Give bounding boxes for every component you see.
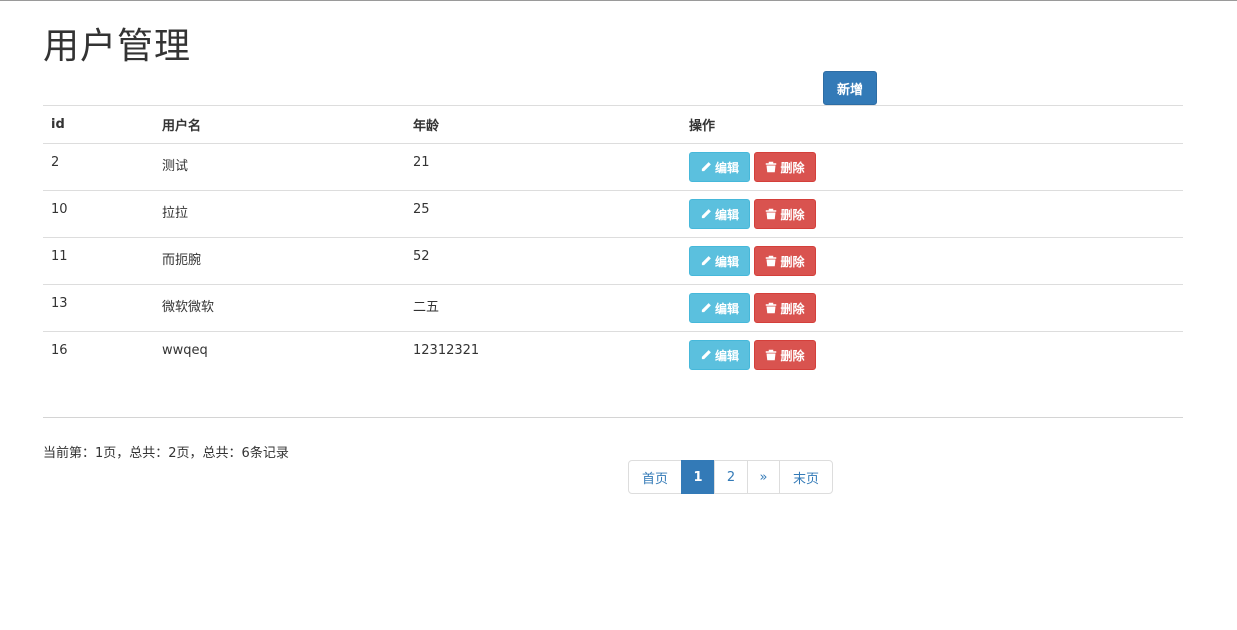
trash-icon — [765, 208, 780, 220]
cell-username: 测试 — [154, 143, 405, 191]
trash-icon — [765, 161, 780, 173]
header-username: 用户名 — [154, 105, 405, 144]
cell-id: 16 — [43, 331, 154, 379]
table-row: 16 wwqeq 12312321 编辑 删除 — [43, 331, 1183, 379]
edit-button[interactable]: 编辑 — [689, 340, 750, 370]
first-page-link[interactable]: 首页 — [628, 460, 682, 494]
edit-label: 编辑 — [714, 301, 739, 316]
header-id: id — [43, 105, 154, 144]
edit-label: 编辑 — [714, 254, 739, 269]
edit-label: 编辑 — [714, 207, 739, 222]
delete-button[interactable]: 删除 — [754, 199, 816, 229]
page-title: 用户管理 — [43, 26, 192, 67]
cell-id: 13 — [43, 284, 154, 332]
cell-username: 拉拉 — [154, 190, 405, 238]
delete-label: 删除 — [780, 301, 805, 316]
edit-label: 编辑 — [714, 160, 739, 175]
trash-icon — [765, 302, 780, 314]
user-table-container: id 用户名 年龄 操作 2 测试 21 编辑 删除 10 拉拉 25 编辑 删除 11 而扼腕 52 编… — [43, 105, 1183, 379]
add-button[interactable]: 新增 — [823, 71, 877, 105]
pencil-icon — [700, 349, 715, 361]
cell-operations: 编辑 删除 — [681, 331, 1183, 379]
delete-button[interactable]: 删除 — [754, 152, 816, 182]
cell-username: wwqeq — [154, 331, 405, 379]
delete-button[interactable]: 删除 — [754, 340, 816, 370]
delete-label: 删除 — [780, 207, 805, 222]
cell-id: 2 — [43, 143, 154, 191]
table-row: 13 微软微软 二五 编辑 删除 — [43, 284, 1183, 332]
cell-username: 而扼腕 — [154, 237, 405, 285]
edit-button[interactable]: 编辑 — [689, 152, 750, 182]
header-age: 年龄 — [405, 105, 681, 144]
pencil-icon — [700, 208, 715, 220]
table-header-row: id 用户名 年龄 操作 — [43, 105, 1183, 144]
user-table: id 用户名 年龄 操作 2 测试 21 编辑 删除 10 拉拉 25 编辑 删除 11 而扼腕 52 编… — [43, 105, 1183, 379]
page-link-1[interactable]: 1 — [681, 460, 715, 494]
delete-button[interactable]: 删除 — [754, 246, 816, 276]
table-body: 2 测试 21 编辑 删除 10 拉拉 25 编辑 删除 11 而扼腕 52 编辑 删除 13 微软微软 二五 编辑… — [43, 143, 1183, 379]
cell-operations: 编辑 删除 — [681, 143, 1183, 191]
cell-age: 52 — [405, 237, 681, 285]
table-row: 2 测试 21 编辑 删除 — [43, 143, 1183, 191]
edit-button[interactable]: 编辑 — [689, 199, 750, 229]
page-link-2[interactable]: 2 — [714, 460, 748, 494]
header-operations: 操作 — [681, 105, 1183, 144]
delete-label: 删除 — [780, 348, 805, 363]
table-row: 11 而扼腕 52 编辑 删除 — [43, 237, 1183, 285]
pagination: 首页 1 2 » 末页 — [628, 460, 833, 494]
pagination-info: 当前第：1页，总共：2页，总共：6条记录 — [43, 446, 289, 461]
edit-label: 编辑 — [714, 348, 739, 363]
edit-button[interactable]: 编辑 — [689, 246, 750, 276]
cell-age: 21 — [405, 143, 681, 191]
cell-id: 10 — [43, 190, 154, 238]
last-page-link[interactable]: 末页 — [779, 460, 833, 494]
pencil-icon — [700, 255, 715, 267]
pencil-icon — [700, 161, 715, 173]
cell-age: 二五 — [405, 284, 681, 332]
next-page-link[interactable]: » — [747, 460, 780, 494]
cell-operations: 编辑 删除 — [681, 190, 1183, 238]
cell-id: 11 — [43, 237, 154, 285]
divider — [43, 417, 1183, 418]
table-row: 10 拉拉 25 编辑 删除 — [43, 190, 1183, 238]
cell-operations: 编辑 删除 — [681, 284, 1183, 332]
delete-button[interactable]: 删除 — [754, 293, 816, 323]
trash-icon — [765, 349, 780, 361]
edit-button[interactable]: 编辑 — [689, 293, 750, 323]
delete-label: 删除 — [780, 160, 805, 175]
cell-operations: 编辑 删除 — [681, 237, 1183, 285]
cell-username: 微软微软 — [154, 284, 405, 332]
cell-age: 25 — [405, 190, 681, 238]
pencil-icon — [700, 302, 715, 314]
cell-age: 12312321 — [405, 331, 681, 379]
delete-label: 删除 — [780, 254, 805, 269]
trash-icon — [765, 255, 780, 267]
